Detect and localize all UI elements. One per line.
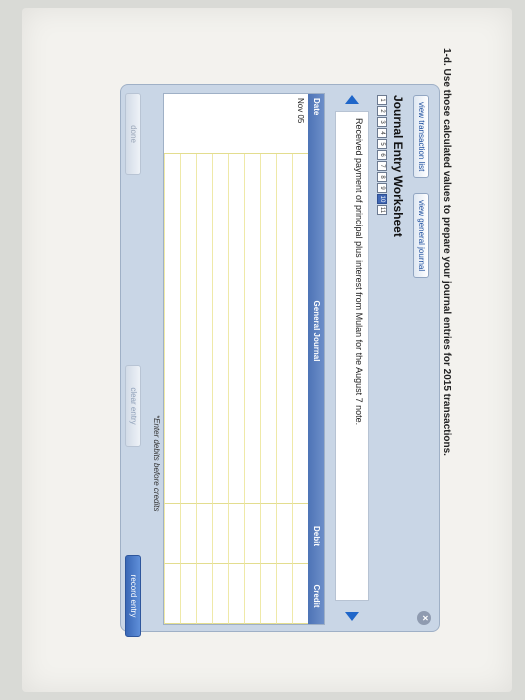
credit-cell[interactable]	[196, 564, 212, 624]
debit-cell[interactable]	[292, 504, 308, 564]
credit-cell[interactable]	[244, 564, 260, 624]
table-row	[164, 94, 180, 624]
header-general-journal: General Journal	[312, 300, 321, 362]
debit-cell[interactable]	[212, 504, 228, 564]
view-transaction-list-button[interactable]: view transaction list	[413, 95, 429, 179]
step-button[interactable]: 2	[377, 106, 387, 116]
credit-cell[interactable]	[212, 564, 228, 624]
clear-entry-button[interactable]: clear entry	[125, 365, 141, 447]
account-cell[interactable]	[244, 154, 260, 504]
account-cell[interactable]	[228, 154, 244, 504]
step-button[interactable]: 4	[377, 128, 387, 138]
debit-cell[interactable]	[164, 504, 180, 564]
table-row	[180, 94, 196, 624]
account-cell[interactable]	[164, 154, 180, 504]
account-cell[interactable]	[292, 154, 308, 504]
step-button[interactable]: 3	[377, 117, 387, 127]
table-row	[196, 94, 212, 624]
table-row	[228, 94, 244, 624]
step-button[interactable]: 6	[377, 150, 387, 160]
credit-cell[interactable]	[164, 564, 180, 624]
page-canvas: 1-d. Use those calculated values to prep…	[22, 8, 512, 692]
account-cell[interactable]	[196, 154, 212, 504]
previous-arrow-icon[interactable]	[345, 95, 359, 104]
credit-cell[interactable]	[260, 564, 276, 624]
debits-before-credits-hint: *Enter debits before credits	[152, 415, 161, 512]
credit-cell[interactable]	[276, 564, 292, 624]
account-cell[interactable]	[180, 154, 196, 504]
journal-entry-panel: view transaction list view general journ…	[120, 84, 440, 637]
credit-cell[interactable]	[180, 564, 196, 624]
view-general-journal-button[interactable]: view general journal	[413, 193, 429, 279]
step-button[interactable]: 8	[377, 172, 387, 182]
transaction-description-area: Received payment of principal plus inter…	[329, 93, 371, 623]
debit-cell[interactable]	[196, 504, 212, 564]
table-row	[212, 94, 228, 624]
date-cell: Nov 05	[292, 94, 308, 154]
table-row	[260, 94, 276, 624]
done-button[interactable]: done	[125, 93, 141, 175]
step-button[interactable]: 7	[377, 161, 387, 171]
table-header: Date General Journal Debit Credit	[308, 94, 324, 624]
header-date: Date	[312, 98, 321, 116]
account-cell[interactable]	[212, 154, 228, 504]
transaction-description: Received payment of principal plus inter…	[335, 111, 369, 601]
debit-cell[interactable]	[244, 504, 260, 564]
monitor-screen: 1-d. Use those calculated values to prep…	[22, 8, 512, 692]
account-cell[interactable]	[260, 154, 276, 504]
step-button-active[interactable]: 10	[377, 194, 387, 204]
record-entry-button[interactable]: record entry	[125, 555, 141, 637]
step-button[interactable]: 1	[377, 95, 387, 105]
table-row	[244, 94, 260, 624]
header-credit: Credit	[312, 584, 321, 608]
close-icon[interactable]: ×	[417, 611, 431, 625]
step-button[interactable]: 9	[377, 183, 387, 193]
debit-cell[interactable]	[180, 504, 196, 564]
credit-cell[interactable]	[228, 564, 244, 624]
worksheet-title: Journal Entry Worksheet	[391, 95, 405, 237]
step-navigator: 1 2 3 4 5 6 7 8 9 10 11	[377, 95, 387, 215]
table-row	[276, 94, 292, 624]
question-text: 1-d. Use those calculated values to prep…	[441, 48, 452, 456]
step-button[interactable]: 5	[377, 139, 387, 149]
debit-cell[interactable]	[276, 504, 292, 564]
debit-cell[interactable]	[228, 504, 244, 564]
account-cell[interactable]	[276, 154, 292, 504]
step-button[interactable]: 11	[377, 205, 387, 215]
journal-entry-table: Date General Journal Debit Credit Nov 05	[163, 93, 325, 625]
header-debit: Debit	[312, 526, 321, 546]
next-arrow-icon[interactable]	[345, 612, 359, 621]
credit-cell[interactable]	[292, 564, 308, 624]
table-row: Nov 05	[292, 94, 308, 624]
debit-cell[interactable]	[260, 504, 276, 564]
